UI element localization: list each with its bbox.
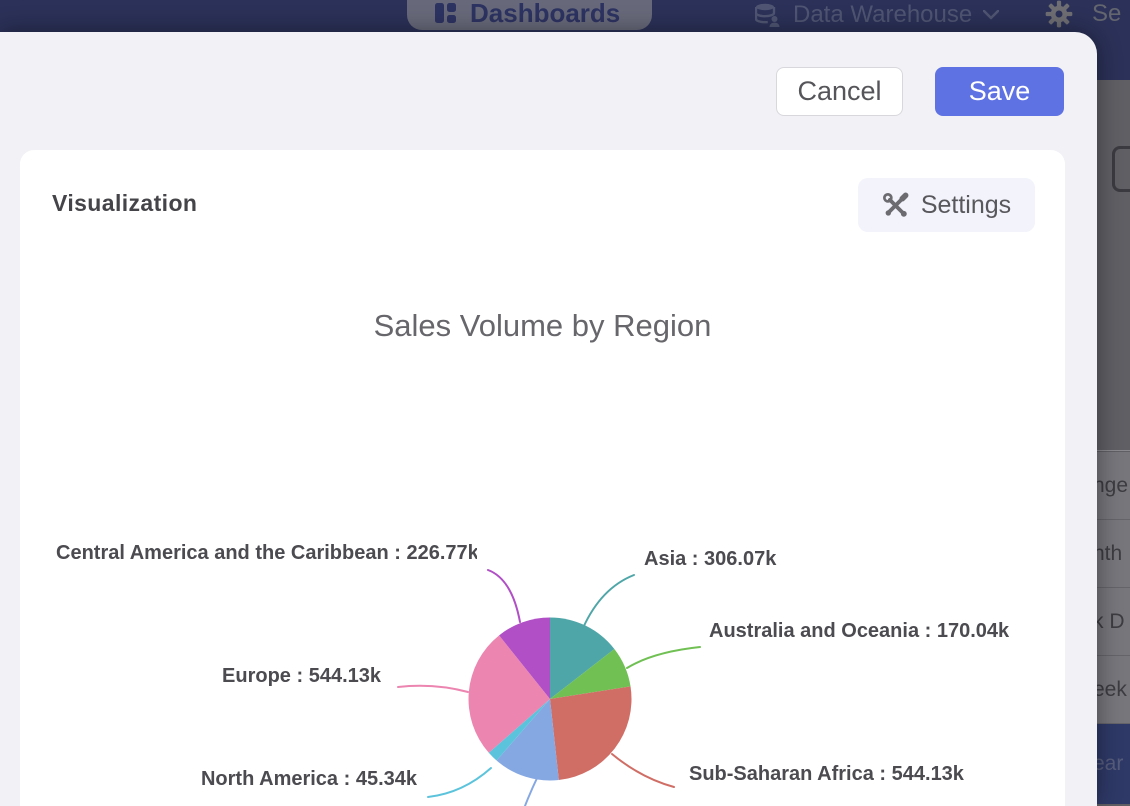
tools-icon: [882, 192, 909, 219]
pie-label-australia: Australia and Oceania : 170.04k: [709, 620, 1009, 643]
pie-label-europe: Europe : 544.13k: [119, 665, 381, 688]
database-user-icon: [755, 2, 782, 28]
pie-label-asia: Asia : 306.07k: [644, 548, 776, 571]
nav-data-warehouse-label: Data Warehouse: [793, 1, 972, 29]
pie-label-central-america: Central America and the Caribbean : 226.…: [56, 542, 477, 565]
menu-item-month[interactable]: nth: [1097, 520, 1130, 588]
screen: Dashboards Data Warehouse: [0, 0, 1130, 806]
nav-item-dashboards[interactable]: Dashboards: [407, 0, 652, 30]
card-title: Visualization: [52, 190, 197, 217]
occluded-button-fragment: [1112, 146, 1130, 192]
chart-settings-button[interactable]: Settings: [858, 178, 1035, 232]
nav-item-data-warehouse[interactable]: Data Warehouse: [755, 0, 999, 30]
save-button[interactable]: Save: [935, 67, 1064, 116]
menu-item-week-day[interactable]: k D: [1097, 588, 1130, 656]
menu-item-week[interactable]: eek: [1097, 656, 1130, 724]
menu-item-range[interactable]: nge: [1097, 452, 1130, 520]
dashboard-icon: [435, 2, 457, 24]
cancel-button[interactable]: Cancel: [776, 67, 903, 116]
menu-item-year-selected[interactable]: ear: [1097, 724, 1130, 804]
occluded-page-right-strip: nge nth k D eek ear: [1097, 80, 1130, 806]
chart-title: Sales Volume by Region: [20, 308, 1065, 344]
chevron-down-icon: [983, 10, 999, 20]
divider: [1097, 450, 1130, 451]
visualization-card: Visualization Settings Sales Volume by R…: [20, 150, 1065, 806]
pie-label-sub-saharan: Sub-Saharan Africa : 544.13k: [689, 763, 964, 786]
nav-settings-label-partial[interactable]: Se: [1092, 0, 1121, 28]
chart-settings-label: Settings: [921, 191, 1011, 220]
nav-dashboards-label: Dashboards: [470, 0, 620, 29]
modal-actions: Cancel Save: [776, 67, 1064, 116]
edit-visualization-modal: Cancel Save Visualization Settings Sale: [0, 32, 1097, 806]
nav-settings-gear[interactable]: [1043, 0, 1075, 35]
pie-label-north-america: North America : 45.34k: [137, 768, 417, 791]
gear-icon: [1043, 0, 1075, 30]
occluded-dropdown-menu: nge nth k D eek ear: [1097, 452, 1130, 804]
